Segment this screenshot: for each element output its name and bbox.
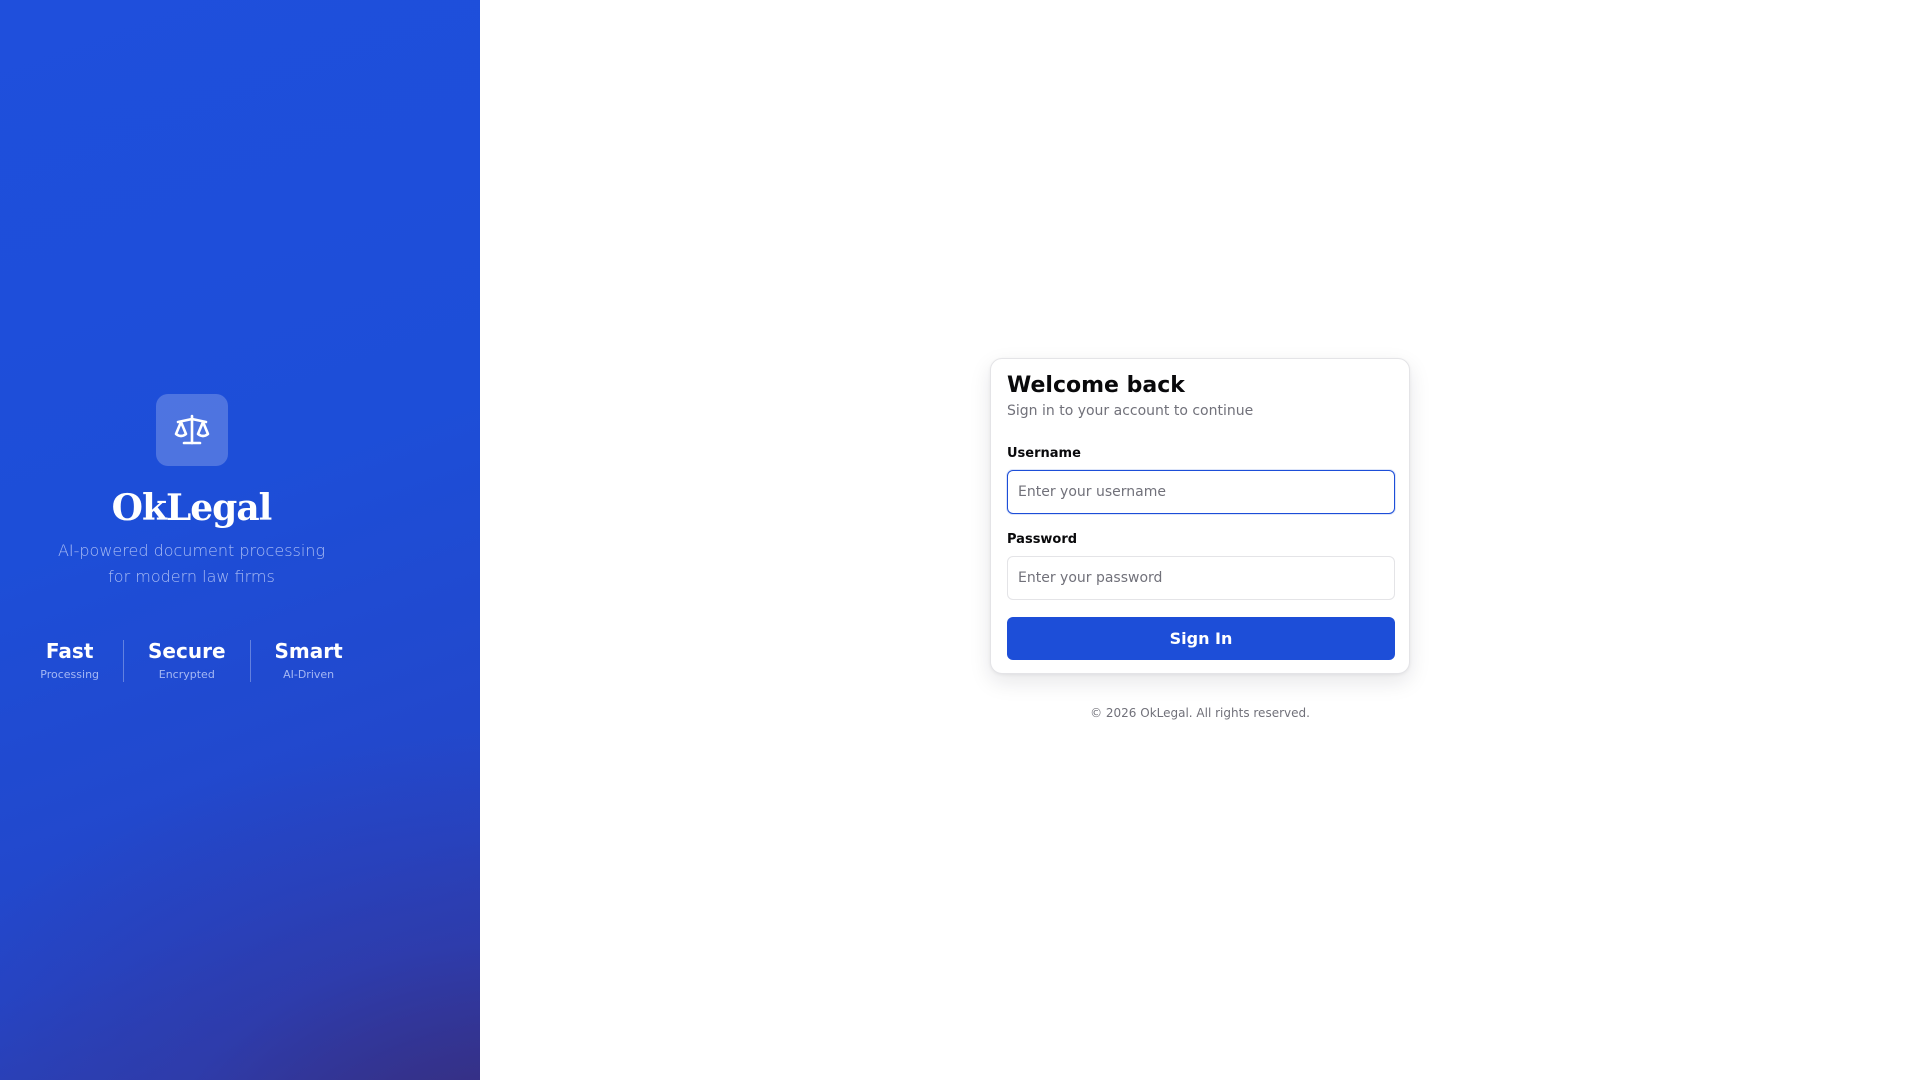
- login-page: OkLegal AI-powered document processing f…: [0, 0, 1920, 1080]
- tagline-line-2: for modern law firms: [108, 567, 275, 586]
- password-label: Password: [1007, 532, 1078, 547]
- scale-icon: [172, 410, 212, 450]
- form-area: Welcome back Sign in to your account to …: [480, 0, 1920, 1080]
- feature-title: Smart: [274, 639, 343, 663]
- logo-badge: [155, 394, 228, 466]
- feature-subtitle: Processing: [40, 668, 100, 681]
- feature-fast: Fast Processing: [16, 640, 123, 682]
- feature-secure: Secure Encrypted: [123, 640, 250, 682]
- feature-title: Secure: [148, 639, 226, 663]
- feature-subtitle: AI-Driven: [283, 668, 335, 681]
- login-title: Welcome back: [1007, 373, 1185, 398]
- feature-subtitle: Encrypted: [158, 668, 215, 681]
- username-input[interactable]: [1007, 470, 1395, 514]
- login-card: Welcome back Sign in to your account to …: [990, 358, 1410, 674]
- sign-in-button[interactable]: Sign In: [1007, 617, 1395, 660]
- brand-name: OkLegal: [111, 487, 273, 529]
- username-label: Username: [1007, 446, 1081, 461]
- feature-smart: Smart AI-Driven: [249, 639, 367, 682]
- brand-content: OkLegal AI-powered document processing f…: [0, 394, 383, 682]
- feature-title: Fast: [45, 639, 94, 663]
- tagline-line-1: AI-powered document processing: [57, 541, 326, 560]
- brand-tagline: AI-powered document processing for moder…: [58, 538, 325, 590]
- login-subtitle: Sign in to your account to continue: [1007, 403, 1254, 419]
- brand-panel: OkLegal AI-powered document processing f…: [0, 0, 480, 1080]
- password-input[interactable]: [1007, 556, 1395, 600]
- feature-list: Fast Processing Secure Encrypted Smart A…: [16, 640, 366, 682]
- copyright-text: © 2026 OkLegal. All rights reserved.: [1090, 706, 1310, 720]
